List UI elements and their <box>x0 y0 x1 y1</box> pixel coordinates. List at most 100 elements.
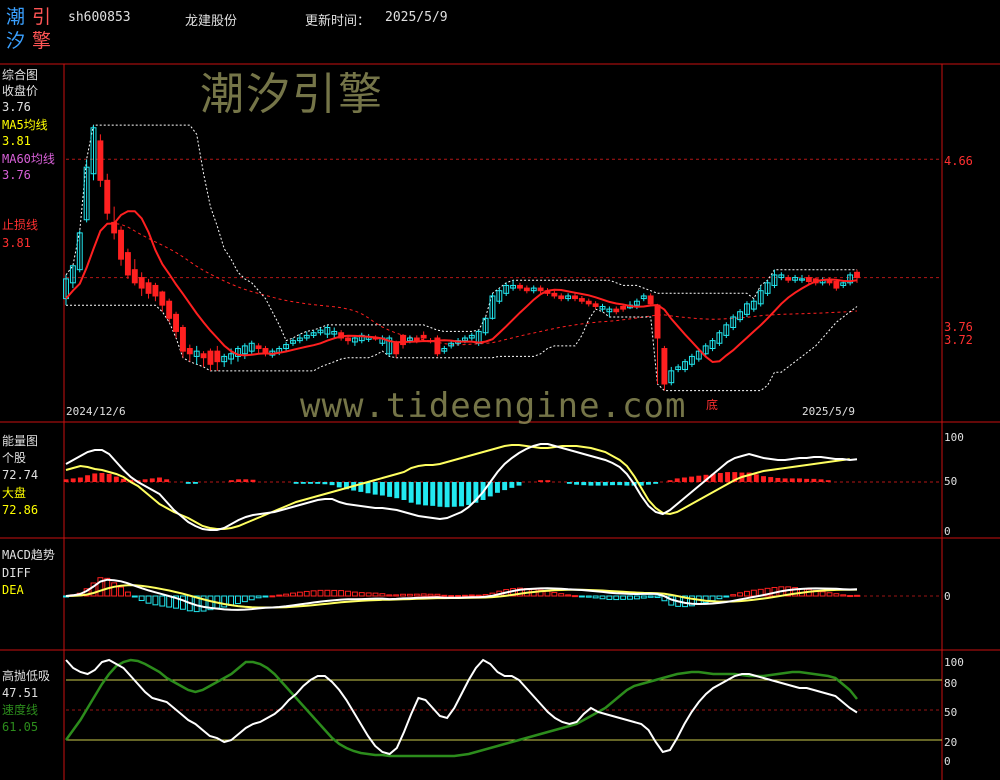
energy-bar <box>63 479 69 482</box>
stop-loss-label: 止损线 <box>2 218 39 232</box>
energy-bar <box>538 480 544 482</box>
energy-bar <box>92 473 98 482</box>
macd-bar <box>379 593 386 597</box>
candle-body <box>104 179 111 214</box>
energy-bar <box>581 482 587 486</box>
macd-bar <box>283 593 290 597</box>
energy-bar <box>753 474 759 482</box>
stock-name: 龙建股份 <box>185 14 238 29</box>
candle-body <box>578 298 585 302</box>
macd-bar <box>723 595 730 598</box>
date-end-label: 2025/5/9 <box>802 405 855 418</box>
energy-bar <box>157 477 162 482</box>
macd-bar <box>255 595 262 599</box>
macd-bar <box>303 590 310 597</box>
candle-body <box>558 295 565 300</box>
candle-body <box>833 281 840 289</box>
ma60-value: 3.76 <box>2 168 31 182</box>
macd-bar <box>138 595 145 602</box>
energy-bar <box>789 478 795 482</box>
stock-energy-value: 72.74 <box>2 468 39 482</box>
market-energy-line <box>65 444 850 530</box>
candle-body <box>592 303 599 307</box>
energy-bar <box>494 482 500 493</box>
main-panel-title: 综合图 <box>2 68 39 82</box>
energy-bar <box>293 482 299 484</box>
candle-body <box>118 229 124 260</box>
energy-bar <box>250 479 256 482</box>
energy-bar <box>315 482 321 484</box>
tide-engine-logo: 潮 引 汐 擎 <box>6 6 56 56</box>
macd-bar <box>468 594 475 597</box>
energy-bar <box>106 473 112 482</box>
candle-body <box>131 269 138 284</box>
upper-channel-line <box>65 124 857 342</box>
energy-bar <box>574 482 580 485</box>
macd-bar <box>441 594 448 597</box>
energy-bar <box>811 478 817 482</box>
candle-body <box>152 284 159 297</box>
macd-bar <box>324 589 331 597</box>
energy-bar <box>610 482 615 486</box>
candle-body <box>97 140 104 181</box>
candle-body <box>173 313 180 332</box>
energy-bar <box>113 476 119 482</box>
energy-bar <box>797 478 802 482</box>
energy-bar <box>408 482 414 503</box>
y-tick-label: 80 <box>944 677 958 690</box>
date-start-label: 2024/12/6 <box>66 405 126 418</box>
candle-body <box>551 292 558 297</box>
update-label: 更新时间： <box>305 14 371 29</box>
macd-bar <box>269 595 276 598</box>
market-energy-label: 大盘 <box>2 486 27 500</box>
energy-bar <box>502 482 508 491</box>
macd-bar <box>241 595 248 603</box>
macd-bar <box>310 590 317 597</box>
logo-char: 潮 <box>6 6 26 28</box>
macd-panel-title: MACD趋势 <box>2 548 55 562</box>
energy-bar <box>459 482 464 507</box>
macd-bar <box>585 595 592 598</box>
macd-bar <box>338 590 345 597</box>
macd-bar <box>572 595 578 598</box>
logo-char: 擎 <box>32 30 52 52</box>
energy-bar <box>761 476 766 482</box>
ma60-label: MA60均线 <box>2 152 55 166</box>
macd-bar <box>840 594 847 597</box>
macd-bar <box>606 595 613 600</box>
candle-body <box>179 326 186 352</box>
gaodi-panel-title: 高抛低吸 <box>2 669 51 683</box>
macd-bar <box>847 595 854 598</box>
macd-bar <box>406 593 413 597</box>
macd-bar <box>276 594 283 597</box>
market-energy-value: 72.86 <box>2 503 39 517</box>
energy-bar <box>825 480 831 482</box>
macd-bar <box>592 595 599 599</box>
macd-bar <box>118 586 124 597</box>
macd-bar <box>461 594 468 597</box>
macd-bar <box>640 595 647 599</box>
candle-body <box>420 334 427 339</box>
macd-bar <box>131 595 138 598</box>
energy-bar <box>365 482 371 494</box>
macd-bar <box>448 595 455 598</box>
energy-bar <box>624 482 630 486</box>
dea-label: DEA <box>2 583 24 597</box>
candle-body <box>200 353 207 359</box>
energy-bar <box>588 482 594 486</box>
macd-bar <box>654 595 661 598</box>
candle-body <box>620 305 627 310</box>
energy-bar <box>681 477 687 482</box>
macd-bar <box>730 594 737 597</box>
energy-bar <box>717 473 723 482</box>
energy-bar <box>509 482 515 488</box>
macd-bar <box>393 594 400 597</box>
macd-bar <box>565 594 572 597</box>
ma60-line <box>65 222 858 346</box>
macd-bar <box>599 595 606 600</box>
macd-bar <box>159 595 166 607</box>
energy-bar <box>689 476 695 482</box>
candle-body <box>166 300 173 319</box>
energy-bar <box>430 482 436 506</box>
macd-bar <box>716 595 723 600</box>
